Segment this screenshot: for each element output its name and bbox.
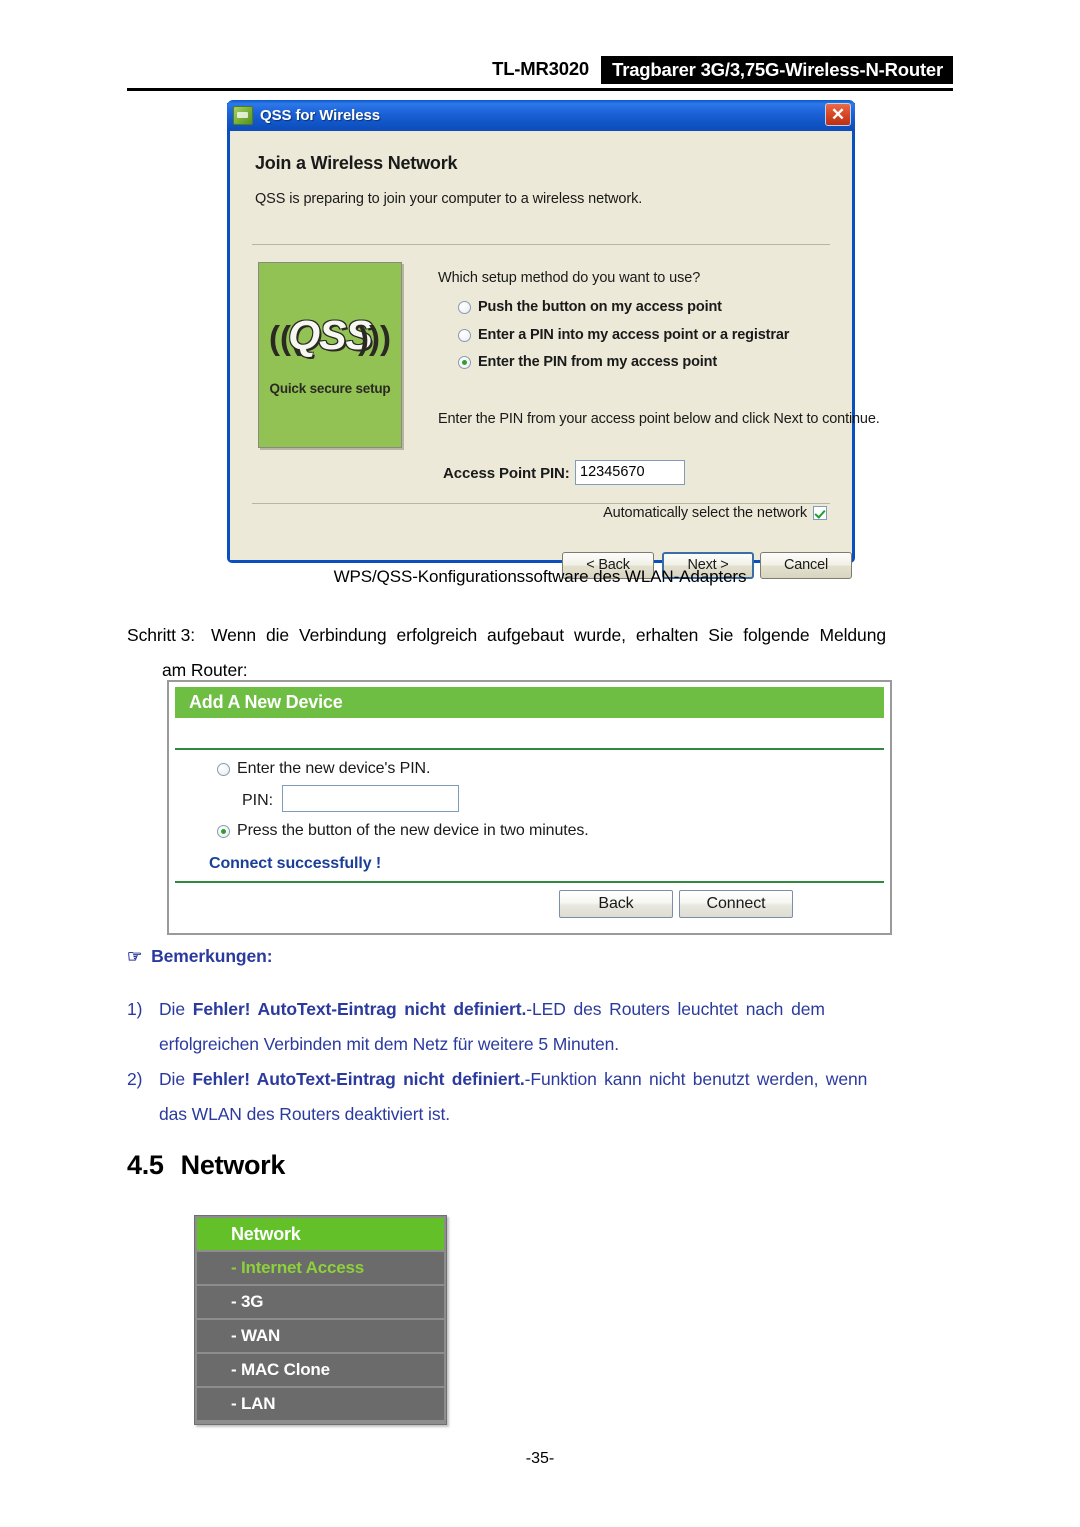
note-suffix: -LED des Routers leuchtet nach dem (526, 999, 825, 1019)
qss-logo-caption: Quick secure setup (269, 381, 391, 396)
figure-caption: WPS/QSS-Konfigurationssoftware des WLAN-… (333, 567, 747, 586)
auto-select-network-row[interactable]: Automatically select the network (603, 505, 827, 521)
note-continuation: erfolgreichen Verbinden mit dem Netz für… (159, 1034, 620, 1054)
step3-paragraph: Schritt 3: Wenn die Verbindung erfolgreic… (127, 618, 953, 688)
adn-connect-button[interactable]: Connect (679, 890, 793, 918)
note-continuation: das WLAN des Routers deaktiviert ist. (159, 1104, 450, 1124)
qss-wave-right-icon: ))) (358, 319, 391, 356)
network-menu: Network - Internet Access - 3G - WAN - M… (194, 1215, 447, 1425)
note-item: 1) Die Fehler! AutoText-Eintrag nicht def… (127, 992, 953, 1062)
qss-dialog-title: QSS for Wireless (260, 107, 380, 124)
section-number: 4.5 (127, 1150, 164, 1180)
adn-divider-bottom (175, 881, 884, 883)
pointing-hand-icon: ☞ (127, 947, 143, 966)
qss-for-wireless-dialog: QSS for Wireless ✕ Join a Wireless Netwo… (227, 100, 880, 579)
adn-pin-input[interactable] (282, 785, 459, 812)
add-a-new-device-panel: Add A New Device Enter the new device's … (167, 680, 892, 935)
note-bold-text: Fehler! AutoText-Eintrag nicht definiert… (192, 999, 527, 1019)
qss-option-enter-pin-from-ap[interactable]: Enter the PIN from my access point (458, 354, 717, 370)
network-menu-header: Network (197, 1218, 444, 1250)
qss-subtitle: QSS is preparing to join your computer t… (255, 191, 643, 207)
sidebar-item-3g[interactable]: - 3G (197, 1286, 444, 1318)
step3-label: Schritt 3: (127, 625, 196, 645)
adn-option-label: Press the button of the new device in tw… (237, 822, 589, 839)
notes-heading: ☞ Bemerkungen: (127, 946, 273, 967)
step3-line1: Wenn die Verbindung erfolgreich aufgebau… (211, 625, 886, 645)
qss-option-enter-pin-into-ap[interactable]: Enter a PIN into my access point or a re… (458, 327, 789, 343)
page-header: TL-MR3020 Tragbarer 3G/3,75G-Wireless-N-… (127, 56, 953, 90)
qss-divider-bottom (252, 503, 830, 504)
adn-option-enter-pin[interactable]: Enter the new device's PIN. (217, 760, 430, 778)
checkbox-checked-icon[interactable] (813, 506, 827, 520)
qss-dialog-titlebar: QSS for Wireless ✕ (227, 100, 855, 131)
qss-option-label: Enter the PIN from my access point (478, 354, 718, 370)
radio-selected-icon[interactable] (458, 355, 471, 369)
auto-select-network-label: Automatically select the network (603, 505, 807, 521)
note-item: 2) Die Fehler! AutoText-Eintrag nicht def… (127, 1062, 953, 1132)
page-number: -35- (525, 1450, 555, 1467)
qss-logo-image: ((( QSS ))) Quick secure setup (258, 262, 402, 448)
adn-pin-label: PIN: (242, 792, 274, 809)
qss-option-label: Push the button on my access point (478, 299, 722, 315)
router-model-label: TL-MR3020 (492, 58, 589, 79)
radio-selected-icon[interactable] (217, 824, 230, 838)
access-point-pin-label: Access Point PIN: (443, 465, 570, 482)
sidebar-item-internet-access[interactable]: - Internet Access (197, 1252, 444, 1284)
section-heading: 4.5 Network (127, 1150, 285, 1181)
note-suffix: -Funktion kann nicht benutzt werden, wen… (524, 1069, 868, 1089)
adn-back-button[interactable]: Back (559, 890, 673, 918)
radio-icon[interactable] (458, 300, 471, 314)
adn-option-label: Enter the new device's PIN. (237, 760, 431, 777)
sidebar-item-lan[interactable]: - LAN (197, 1388, 444, 1420)
note-number: 1) (127, 999, 143, 1019)
qss-option-label: Enter a PIN into my access point or a re… (478, 327, 790, 343)
radio-icon[interactable] (217, 762, 230, 776)
qss-divider-top (252, 244, 830, 245)
sidebar-item-wan[interactable]: - WAN (197, 1320, 444, 1352)
qss-pin-hint: Enter the PIN from your access point bel… (438, 411, 880, 427)
sidebar-item-mac-clone[interactable]: - MAC Clone (197, 1354, 444, 1386)
qss-option-push-button[interactable]: Push the button on my access point (458, 299, 722, 315)
note-prefix: Die (159, 1069, 193, 1089)
qss-dialog-body: Join a Wireless Network QSS is preparing… (230, 131, 880, 579)
adn-option-press-button[interactable]: Press the button of the new device in tw… (217, 822, 589, 840)
note-prefix: Die (159, 999, 193, 1019)
connect-status-message: Connect successfully ! (209, 855, 382, 872)
close-icon[interactable]: ✕ (825, 103, 851, 126)
access-point-pin-input[interactable]: 12345670 (575, 460, 685, 485)
note-bold-text: Fehler! AutoText-Eintrag nicht definiert… (192, 1069, 525, 1089)
note-number: 2) (127, 1069, 143, 1089)
header-divider-rule (127, 88, 953, 91)
section-title: Network (180, 1150, 286, 1180)
qss-heading: Join a Wireless Network (255, 153, 458, 173)
qss-app-icon (233, 106, 253, 125)
radio-icon[interactable] (458, 328, 471, 342)
router-product-banner: Tragbarer 3G/3,75G-Wireless-N-Router (601, 56, 953, 85)
adn-divider-top (175, 748, 884, 750)
notes-heading-label: Bemerkungen: (151, 946, 273, 966)
add-a-new-device-title: Add A New Device (175, 687, 884, 718)
qss-setup-method-question: Which setup method do you want to use? (438, 270, 701, 286)
